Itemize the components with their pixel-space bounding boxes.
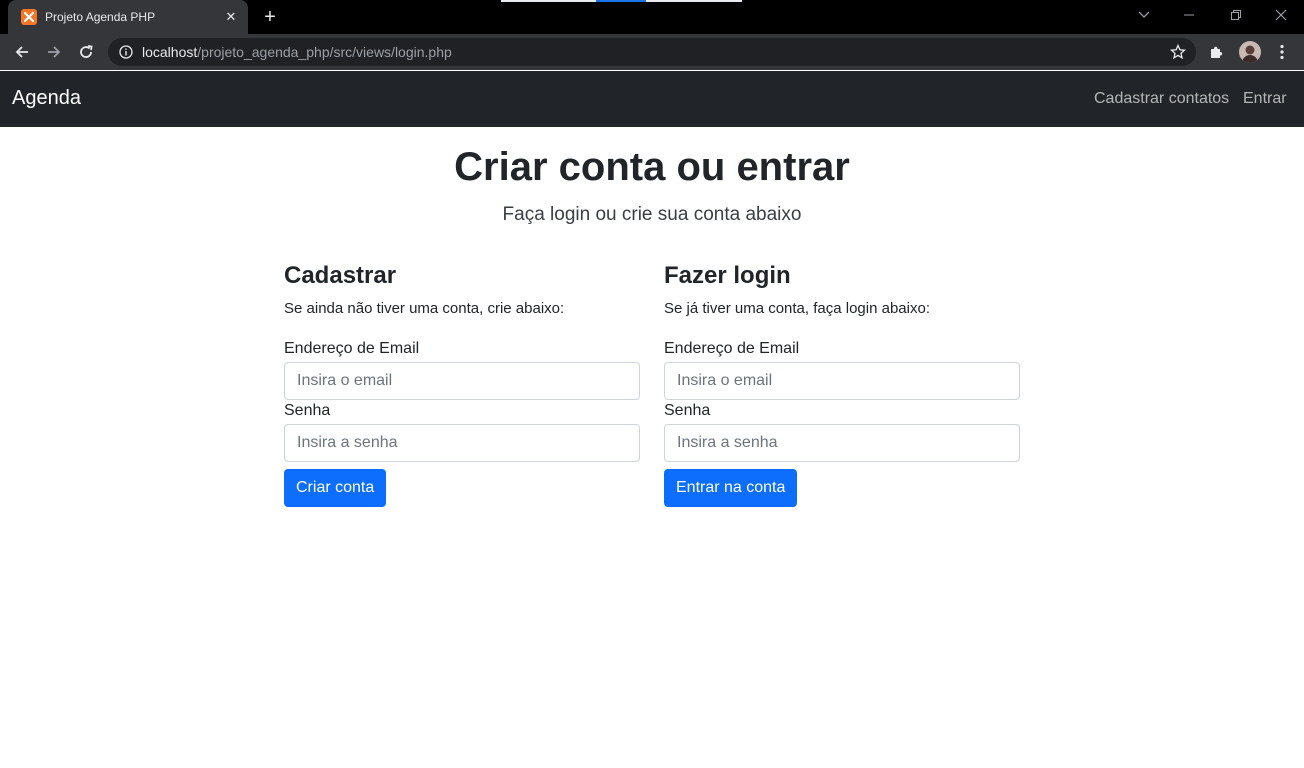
register-section: Cadastrar Se ainda não tiver uma conta, … — [284, 262, 640, 507]
nav-link-entrar[interactable]: Entrar — [1243, 90, 1287, 108]
tab-search-icon[interactable] — [1132, 4, 1156, 26]
nav-link-cadastrar-contatos[interactable]: Cadastrar contatos — [1094, 90, 1229, 108]
restore-icon[interactable] — [1224, 4, 1248, 26]
minimize-icon[interactable] — [1177, 4, 1201, 26]
register-description: Se ainda não tiver uma conta, crie abaix… — [284, 300, 565, 317]
tab-title: Projeto Agenda PHP — [45, 10, 156, 24]
login-heading: Fazer login — [664, 262, 791, 289]
register-email-input[interactable] — [284, 362, 640, 400]
url-path: /projeto_agenda_php/src/views/login.php — [197, 44, 452, 60]
login-button[interactable]: Entrar na conta — [664, 469, 798, 507]
close-tab-icon[interactable]: ✕ — [222, 8, 240, 26]
bookmark-star-icon[interactable] — [1169, 43, 1187, 60]
navbar-brand[interactable]: Agenda — [12, 87, 81, 110]
extensions-puzzle-icon[interactable] — [1207, 42, 1227, 62]
reload-icon[interactable] — [73, 39, 99, 65]
back-arrow-icon[interactable] — [9, 39, 35, 65]
register-password-label: Senha — [284, 402, 331, 419]
url-text: localhost/projeto_agenda_php/src/views/l… — [142, 44, 452, 60]
login-password-input[interactable] — [664, 424, 1020, 462]
url-host: localhost — [142, 44, 198, 60]
create-account-button[interactable]: Criar conta — [284, 469, 387, 507]
profile-avatar[interactable] — [1239, 41, 1261, 63]
site-info-icon[interactable] — [118, 44, 134, 60]
page-title: Criar conta ou entrar — [454, 145, 850, 189]
tab-strip-indicator-accent — [596, 0, 646, 2]
login-description: Se já tiver uma conta, faça login abaixo… — [664, 300, 930, 317]
register-email-label: Endereço de Email — [284, 340, 420, 357]
page-subtitle: Faça login ou crie sua conta abaixo — [502, 204, 802, 225]
xampp-favicon-icon — [21, 9, 37, 25]
site-navbar: Agenda Cadastrar contatos Entrar — [0, 71, 1304, 127]
login-email-label: Endereço de Email — [664, 340, 800, 357]
browser-tab[interactable]: Projeto Agenda PHP ✕ — [8, 0, 248, 34]
browser-tab-bar: Projeto Agenda PHP ✕ + — [0, 0, 1304, 34]
forward-arrow-icon[interactable] — [41, 39, 67, 65]
browser-menu-icon[interactable] — [1272, 42, 1292, 62]
register-password-input[interactable] — [284, 424, 640, 462]
login-email-input[interactable] — [664, 362, 1020, 400]
browser-toolbar: localhost/projeto_agenda_php/src/views/l… — [0, 34, 1304, 70]
close-window-icon[interactable] — [1269, 4, 1293, 26]
register-heading: Cadastrar — [284, 262, 397, 289]
new-tab-icon[interactable]: + — [258, 6, 282, 28]
login-section: Fazer login Se já tiver uma conta, faça … — [664, 262, 1020, 507]
login-password-label: Senha — [664, 402, 711, 419]
address-bar[interactable]: localhost/projeto_agenda_php/src/views/l… — [108, 38, 1196, 66]
